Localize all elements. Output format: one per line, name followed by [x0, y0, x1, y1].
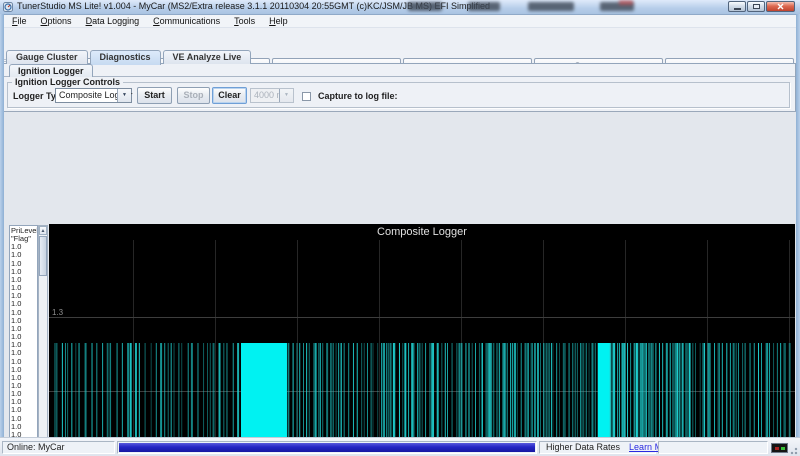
- data-rate-led-icon: [771, 443, 788, 453]
- capture-checkbox[interactable]: [302, 92, 311, 101]
- scroll-up-icon[interactable]: ▲: [39, 226, 47, 235]
- app-icon: [3, 2, 13, 12]
- capture-label: Capture to log file:: [318, 90, 398, 102]
- title-bar[interactable]: TunerStudio MS Lite! v1.004 - MyCar (MS2…: [0, 0, 800, 15]
- rates-cell: Higher Data Rates Learn More!: [539, 441, 656, 454]
- connection-status: Online: MyCar: [2, 441, 115, 454]
- menu-file[interactable]: File: [5, 16, 34, 26]
- menu-help[interactable]: Help: [262, 16, 295, 26]
- progress-bar: [119, 443, 535, 452]
- redacted-blur: [468, 2, 500, 11]
- menu-bar: File Options Data Logging Communications…: [0, 15, 800, 28]
- chevron-down-icon: ▼: [279, 89, 293, 102]
- chart-title: Composite Logger: [49, 226, 795, 238]
- menu-data-logging[interactable]: Data Logging: [79, 16, 147, 26]
- tab-ignition-logger[interactable]: Ignition Logger: [9, 64, 93, 77]
- maximize-button[interactable]: [747, 1, 765, 12]
- composite-logger-chart: Composite Logger 1.3 -0.2: [49, 224, 795, 456]
- app-window: TunerStudio MS Lite! v1.004 - MyCar (MS2…: [0, 0, 800, 456]
- menu-communications[interactable]: Communications: [146, 16, 227, 26]
- status-bar: Online: MyCar Higher Data Rates Learn Mo…: [0, 437, 800, 456]
- channel-list-vertical-scrollbar[interactable]: ▲ ▼: [38, 225, 48, 456]
- data-progress-cell: [117, 441, 537, 454]
- maximize-icon: [753, 4, 760, 9]
- rates-text: Higher Data Rates: [546, 442, 620, 453]
- redacted-blur: [408, 2, 442, 11]
- tab-ve-analyze-live[interactable]: VE Analyze Live: [163, 50, 252, 64]
- minimize-button[interactable]: [728, 1, 746, 12]
- resize-grip[interactable]: [789, 446, 798, 455]
- signal-plot: [49, 224, 795, 456]
- close-button[interactable]: [766, 1, 795, 12]
- start-button[interactable]: Start: [137, 87, 172, 104]
- scrollbar-thumb[interactable]: [39, 236, 47, 276]
- window-controls: [728, 1, 795, 12]
- logger-view: PriLevel"Flag"1.01.01.01.01.01.01.01.01.…: [4, 111, 796, 437]
- clear-button[interactable]: Clear: [212, 87, 247, 104]
- menu-tools[interactable]: Tools: [227, 16, 262, 26]
- redacted-blur: [528, 2, 574, 11]
- toolbar: Basic setup Startup/idle Accel Enrich: [0, 28, 800, 50]
- logger-controls-title: Ignition Logger Controls: [12, 77, 123, 87]
- window-frame: [796, 14, 800, 437]
- chevron-down-icon[interactable]: ▼: [117, 89, 131, 102]
- main-tabs: Gauge Cluster Diagnostics VE Analyze Liv…: [6, 50, 251, 65]
- logger-type-select[interactable]: Composite Logger ▼: [55, 88, 132, 103]
- scale-label-top: 1.3: [52, 308, 63, 317]
- close-icon: [777, 3, 784, 10]
- menu-options[interactable]: Options: [34, 16, 79, 26]
- interval-select: 4000 ms ▼: [250, 88, 294, 103]
- tab-gauge-cluster[interactable]: Gauge Cluster: [6, 50, 88, 64]
- channel-list[interactable]: PriLevel"Flag"1.01.01.01.01.01.01.01.01.…: [9, 225, 38, 456]
- empty-status-cell: [658, 441, 768, 454]
- tab-diagnostics[interactable]: Diagnostics: [90, 50, 161, 65]
- stop-button: Stop: [177, 87, 210, 104]
- minimize-icon: [734, 8, 741, 10]
- window-frame: [0, 14, 4, 437]
- redacted-blur: [619, 0, 633, 5]
